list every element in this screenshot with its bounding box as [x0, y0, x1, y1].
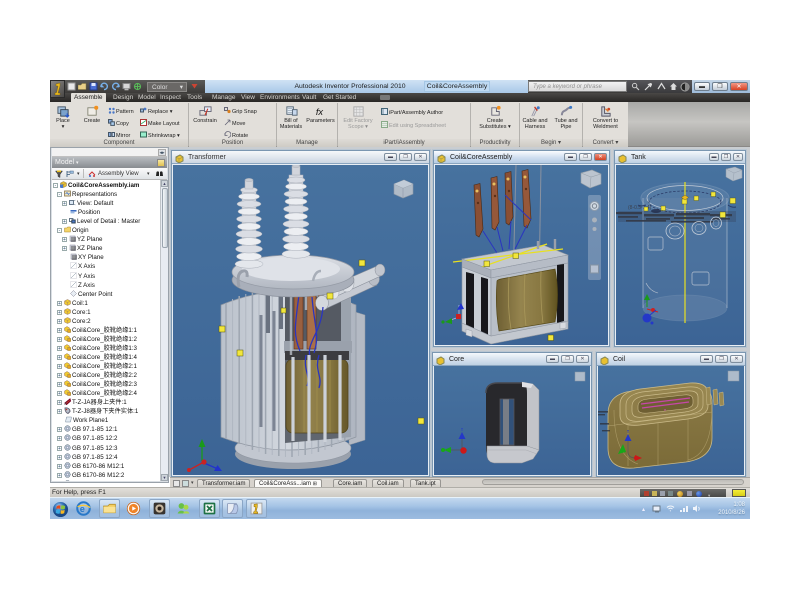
svg-text:e: e: [80, 504, 85, 514]
svg-text:fx: fx: [316, 107, 324, 117]
